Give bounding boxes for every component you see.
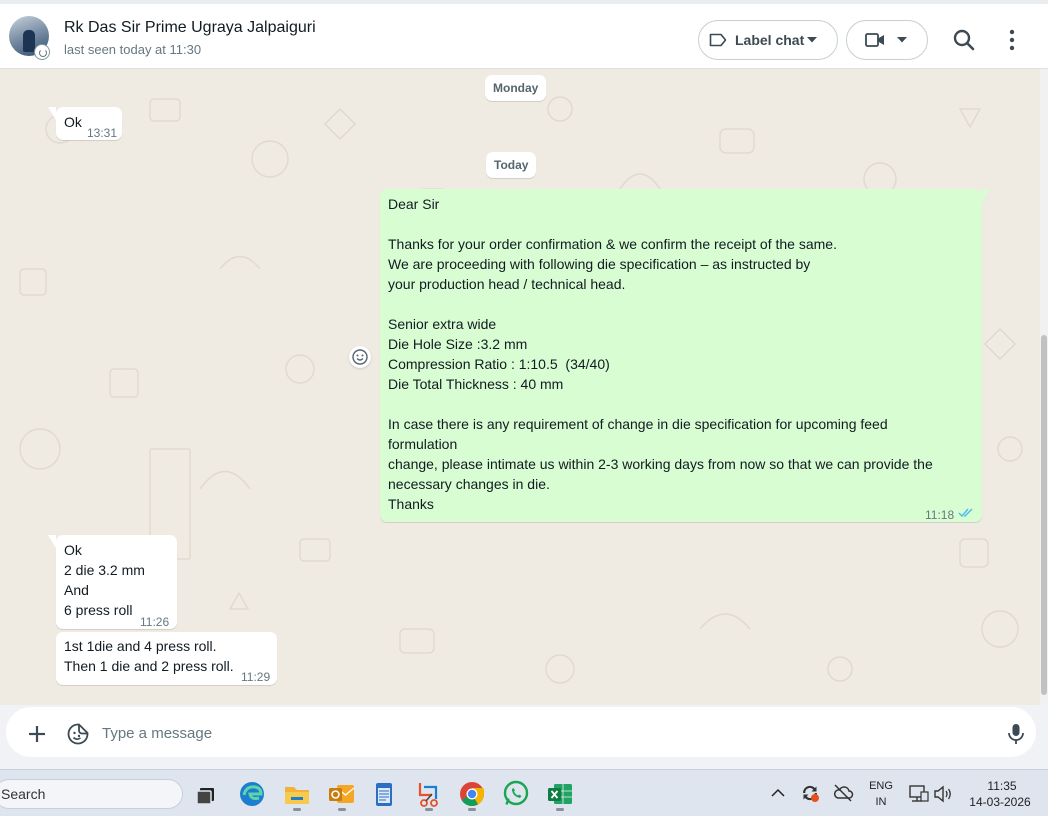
sync-status-icon[interactable] <box>799 782 821 804</box>
more-options-icon[interactable] <box>1002 26 1022 54</box>
sticker-emoji-icon[interactable] <box>66 722 90 746</box>
notepad-icon[interactable] <box>369 779 399 809</box>
chevron-down-icon <box>807 37 817 43</box>
message-line: 1st 1die and 4 press roll. <box>64 638 217 654</box>
message-line: formulation <box>388 436 458 452</box>
message-line: In case there is any requirement of chan… <box>388 416 888 432</box>
message-time: 11:26 <box>140 615 170 629</box>
active-app-indicator <box>556 808 564 811</box>
message-input[interactable] <box>102 721 982 745</box>
message-line: Then 1 die and 2 press roll. <box>64 658 234 674</box>
taskbar-search-box[interactable]: Search <box>0 779 183 809</box>
microphone-icon[interactable] <box>1006 722 1026 746</box>
outlook-icon[interactable] <box>327 779 357 809</box>
contact-name[interactable]: Rk Das Sir Prime Ugraya Jalpaiguri <box>64 19 316 37</box>
chrome-icon[interactable] <box>457 779 487 809</box>
message-time: 11:29 <box>241 670 271 684</box>
message-line: We are proceeding with following die spe… <box>388 256 811 272</box>
active-app-indicator <box>338 808 346 811</box>
message-body: 1st 1die and 4 press roll. Then 1 die an… <box>64 636 234 676</box>
active-app-indicator <box>468 808 476 811</box>
composer-bar <box>0 705 1048 769</box>
message-time: 13:31 <box>87 126 118 140</box>
attach-plus-icon[interactable] <box>26 723 48 745</box>
message-text: Ok <box>64 114 82 130</box>
message-line: change, please intimate us within 2-3 wo… <box>388 456 933 472</box>
composer-box <box>6 707 1036 757</box>
status-ring-icon <box>34 44 50 60</box>
last-seen-status: last seen today at 11:30 <box>64 42 202 57</box>
chat-scrollbar[interactable] <box>1040 69 1048 705</box>
language-indicator-top[interactable]: ENG <box>866 780 896 792</box>
smiley-icon <box>352 349 368 365</box>
scrollbar-thumb[interactable] <box>1041 335 1047 695</box>
message-body: Dear Sir Thanks for your order confirmat… <box>388 194 933 514</box>
message-line: your production head / technical head. <box>388 276 626 292</box>
bubble-tail <box>982 189 990 202</box>
active-app-indicator <box>293 808 301 811</box>
message-line: Die Total Thickness : 40 mm <box>388 376 564 392</box>
message-line: Dear Sir <box>388 196 440 212</box>
date-separator: Monday <box>485 75 547 101</box>
whatsapp-icon[interactable] <box>501 779 531 809</box>
outgoing-message[interactable]: Dear Sir Thanks for your order confirmat… <box>380 189 990 522</box>
message-line: Die Hole Size :3.2 mm <box>388 336 528 352</box>
cloud-offline-icon[interactable] <box>832 783 854 803</box>
label-chat-text: Label chat <box>735 32 805 48</box>
message-line: And <box>64 582 89 598</box>
clock-time[interactable]: 11:35 <box>966 779 1038 793</box>
clock-date[interactable]: 14-03-2026 <box>962 795 1038 809</box>
message-line: Thanks <box>388 496 434 512</box>
message-line: Compression Ratio : 1:10.5 (34/40) <box>388 356 610 372</box>
label-icon <box>709 33 727 47</box>
bubble-tail <box>48 107 56 120</box>
volume-speaker-icon[interactable] <box>933 784 953 804</box>
message-line: necessary changes in die. <box>388 476 550 492</box>
search-icon[interactable] <box>950 26 978 54</box>
message-body: Ok 2 die 3.2 mm And 6 press roll <box>64 540 145 620</box>
language-indicator-bottom[interactable]: IN <box>866 796 896 808</box>
video-camera-icon <box>865 33 884 47</box>
chevron-down-icon <box>897 37 907 43</box>
message-list[interactable]: Monday Today Ok 13:31 Dear Sir Thanks fo… <box>0 69 1040 705</box>
message-line: 6 press roll <box>64 602 133 618</box>
video-call-button[interactable] <box>846 20 928 60</box>
label-chat-button[interactable]: Label chat <box>698 20 838 60</box>
react-emoji-button[interactable] <box>349 346 371 368</box>
double-check-read-icon <box>958 508 973 518</box>
show-hidden-icons-chevron-icon[interactable] <box>771 788 785 798</box>
message-time: 11:18 <box>925 508 955 522</box>
active-app-indicator <box>425 808 433 811</box>
network-ethernet-icon[interactable] <box>907 784 929 804</box>
message-line: Senior extra wide <box>388 316 497 332</box>
message-line: Thanks for your order confirmation & we … <box>388 236 837 252</box>
incoming-message[interactable]: Ok 13:31 <box>48 107 122 140</box>
date-separator: Today <box>486 152 537 178</box>
incoming-message[interactable]: 1st 1die and 4 press roll. Then 1 die an… <box>56 632 277 685</box>
incoming-message[interactable]: Ok 2 die 3.2 mm And 6 press roll 11:26 <box>48 535 177 629</box>
message-line: 2 die 3.2 mm <box>64 562 145 578</box>
message-line <box>388 294 933 314</box>
snipping-tool-icon[interactable] <box>414 779 444 809</box>
excel-icon[interactable] <box>545 779 575 809</box>
edge-icon[interactable] <box>237 779 267 809</box>
message-line <box>388 214 933 234</box>
message-line: Ok <box>64 542 82 558</box>
file-explorer-icon[interactable] <box>282 779 312 809</box>
chat-header: Rk Das Sir Prime Ugraya Jalpaiguri last … <box>0 0 1048 69</box>
bubble-tail <box>48 535 56 548</box>
message-line <box>388 394 933 414</box>
task-view-icon[interactable] <box>192 779 222 809</box>
windows-taskbar: Search ENG IN 11:35 14-03-2026 <box>0 769 1048 816</box>
